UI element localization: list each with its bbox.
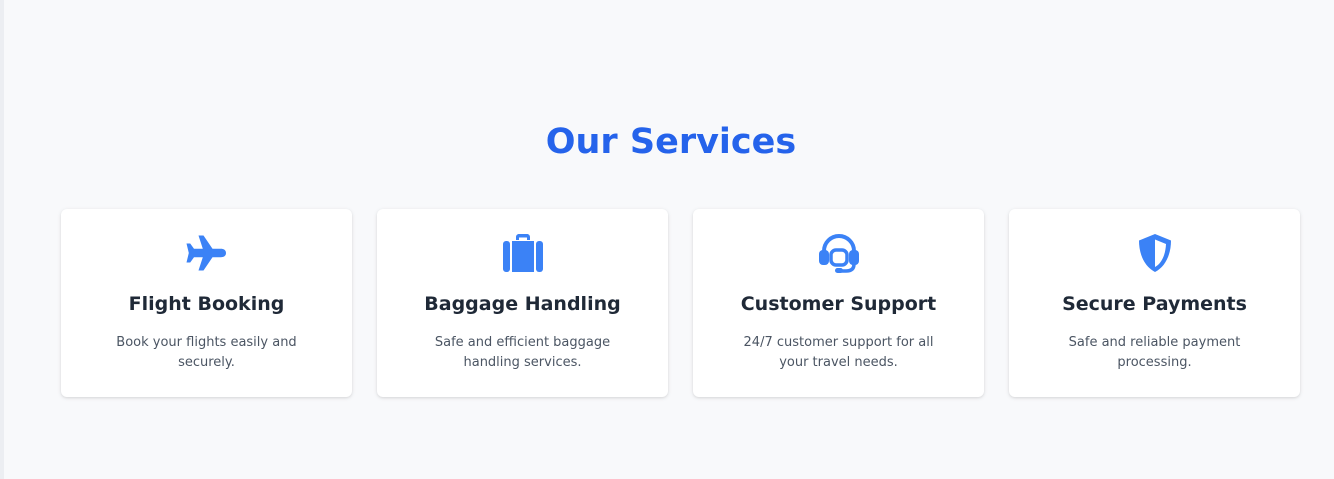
headset-icon <box>693 233 984 273</box>
service-description: Safe and reliable payment processing. <box>1068 335 1241 370</box>
service-title: Flight Booking <box>128 293 285 315</box>
service-title: Secure Payments <box>1062 293 1247 315</box>
page: Our Services Flight Booking Book your fl… <box>0 0 1334 479</box>
service-card-secure-payments: Secure Payments Safe and reliable paymen… <box>1009 209 1300 397</box>
service-title: Customer Support <box>740 293 937 315</box>
service-card-flight-booking: Flight Booking Book your flights easily … <box>61 209 352 397</box>
service-description: 24/7 customer support for all your trave… <box>743 335 934 370</box>
service-title: Baggage Handling <box>424 293 621 315</box>
service-card-baggage-handling: Baggage Handling Safe and efficient bagg… <box>377 209 668 397</box>
service-description: Book your flights easily and securely. <box>116 335 297 370</box>
service-card-customer-support: Customer Support 24/7 customer support f… <box>693 209 984 397</box>
airplane-icon <box>61 233 352 273</box>
section-title: Our Services <box>545 122 797 162</box>
shield-icon <box>1009 233 1300 273</box>
suitcase-icon <box>377 233 668 273</box>
service-description: Safe and efficient baggage handling serv… <box>434 335 611 370</box>
services-grid: Flight Booking Book your flights easily … <box>61 209 1300 397</box>
